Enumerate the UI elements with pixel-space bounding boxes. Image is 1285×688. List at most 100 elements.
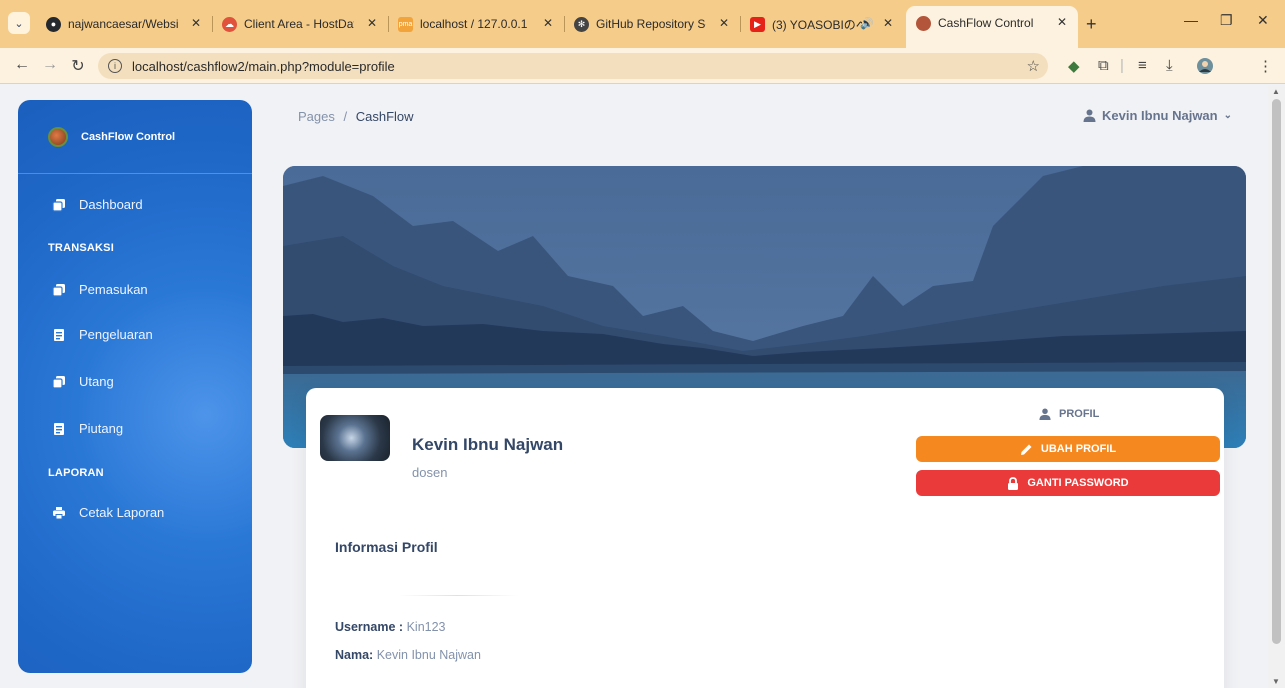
close-icon[interactable]: ✕ bbox=[716, 16, 732, 30]
profile-avatar-icon[interactable] bbox=[1196, 57, 1214, 79]
breadcrumb-root[interactable]: Pages bbox=[298, 109, 335, 124]
username-label: Username : bbox=[335, 620, 404, 634]
page-viewport: CashFlow Control Dashboard TRANSAKSI Pem… bbox=[0, 85, 1268, 688]
close-icon[interactable]: ✕ bbox=[880, 16, 896, 30]
scrollbar-thumb[interactable] bbox=[1272, 99, 1281, 644]
sidebar: CashFlow Control Dashboard TRANSAKSI Pem… bbox=[18, 100, 252, 673]
url-text: localhost/cashflow2/main.php?module=prof… bbox=[132, 58, 395, 74]
chevron-down-icon: ⌄ bbox=[1223, 110, 1232, 121]
sidebar-item-label: Utang bbox=[79, 374, 114, 389]
profile-role: dosen bbox=[412, 465, 448, 480]
edit-profile-button[interactable]: UBAH PROFIL bbox=[916, 436, 1220, 462]
profile-card: Kevin Ibnu Najwan dosen PROFIL UBAH PROF… bbox=[306, 388, 1224, 688]
browser-tab[interactable]: ▶ (3) YOASOBIのベス 🔊 ✕ bbox=[740, 8, 904, 40]
browser-tab-active[interactable]: CashFlow Control ✕ bbox=[906, 6, 1078, 48]
back-icon[interactable]: ← bbox=[12, 56, 32, 74]
breadcrumb: Pages / CashFlow bbox=[298, 109, 414, 124]
sidebar-item-label: Cetak Laporan bbox=[79, 505, 165, 520]
bookmark-star-icon[interactable]: ☆ bbox=[1027, 57, 1040, 75]
reading-list-icon[interactable]: ≡ bbox=[1138, 57, 1147, 74]
close-icon[interactable]: ✕ bbox=[1054, 15, 1070, 29]
browser-tab[interactable]: ● najwancaesar/Website ✕ bbox=[36, 8, 213, 40]
restore-icon[interactable]: ❐ bbox=[1220, 12, 1233, 29]
phpmyadmin-icon: pma bbox=[398, 16, 413, 32]
tab-title: Client Area - HostData bbox=[244, 17, 354, 31]
sidebar-item-cetak-laporan[interactable]: Cetak Laporan bbox=[52, 505, 164, 520]
user-name: Kevin Ibnu Najwan bbox=[1102, 108, 1218, 123]
tab-title: (3) YOASOBIのベス bbox=[772, 17, 862, 32]
copy-icon bbox=[52, 375, 66, 389]
pencil-icon bbox=[1020, 444, 1032, 455]
profil-tab[interactable]: PROFIL bbox=[1039, 408, 1099, 420]
cashflow-icon bbox=[916, 15, 931, 31]
close-icon[interactable]: ✕ bbox=[188, 16, 204, 30]
divider bbox=[18, 173, 252, 174]
new-tab-icon[interactable]: + bbox=[1086, 14, 1097, 35]
tab-title: GitHub Repository Se bbox=[596, 17, 706, 31]
profil-label: PROFIL bbox=[1059, 408, 1100, 420]
sidebar-item-label: Pengeluaran bbox=[79, 327, 153, 342]
tab-search-icon[interactable]: ⌄ bbox=[8, 12, 30, 34]
scroll-down-icon[interactable]: ▼ bbox=[1272, 677, 1280, 686]
tab-title: localhost / 127.0.0.1 | bbox=[420, 17, 530, 31]
extension-icon[interactable]: ◆ bbox=[1068, 57, 1080, 75]
forward-icon[interactable]: → bbox=[40, 56, 60, 74]
info-row-username: Username : Kin123 bbox=[335, 620, 446, 634]
sidebar-item-piutang[interactable]: Piutang bbox=[52, 421, 123, 436]
info-title: Informasi Profil bbox=[335, 539, 438, 555]
section-transaksi: TRANSAKSI bbox=[48, 242, 114, 254]
sidebar-item-label: Dashboard bbox=[79, 197, 143, 212]
profile-avatar bbox=[320, 415, 390, 461]
browser-tab[interactable]: ✻ GitHub Repository Se ✕ bbox=[564, 8, 741, 40]
chatgpt-icon: ✻ bbox=[574, 16, 589, 32]
sidebar-item-dashboard[interactable]: Dashboard bbox=[52, 197, 143, 212]
toolbar-separator: | bbox=[1120, 57, 1124, 74]
menu-kebab-icon[interactable]: ⋮ bbox=[1258, 57, 1273, 75]
user-icon bbox=[1083, 109, 1096, 122]
puzzle-icon[interactable]: ⧉ bbox=[1098, 57, 1109, 74]
user-menu[interactable]: Kevin Ibnu Najwan ⌄ bbox=[1083, 108, 1232, 123]
sidebar-item-pemasukan[interactable]: Pemasukan bbox=[52, 282, 148, 297]
browser-tab[interactable]: ☁ Client Area - HostData ✕ bbox=[212, 8, 389, 40]
lock-icon bbox=[1008, 476, 1019, 490]
brand-logo bbox=[48, 127, 68, 147]
tab-title: najwancaesar/Website bbox=[68, 17, 178, 31]
sidebar-item-utang[interactable]: Utang bbox=[52, 374, 114, 389]
browser-tab[interactable]: pma localhost / 127.0.0.1 | ✕ bbox=[388, 8, 565, 40]
window-close-icon[interactable]: ✕ bbox=[1257, 12, 1269, 29]
edit-profile-label: UBAH PROFIL bbox=[1040, 443, 1117, 455]
browser-tab-bar: ⌄ ● najwancaesar/Website ✕ ☁ Client Area… bbox=[0, 0, 1285, 48]
page-scrollbar[interactable]: ▲ ▼ bbox=[1268, 85, 1285, 688]
speaker-icon[interactable]: 🔊 bbox=[860, 17, 874, 30]
sidebar-item-pengeluaran[interactable]: Pengeluaran bbox=[52, 327, 153, 342]
brand-name: CashFlow Control bbox=[81, 131, 176, 143]
tab-title: CashFlow Control bbox=[938, 16, 1034, 30]
close-icon[interactable]: ✕ bbox=[364, 16, 380, 30]
info-icon[interactable]: i bbox=[108, 59, 122, 73]
scroll-up-icon[interactable]: ▲ bbox=[1272, 87, 1280, 96]
info-row-nama: Nama: Kevin Ibnu Najwan bbox=[335, 648, 481, 662]
profile-name: Kevin Ibnu Najwan bbox=[412, 435, 564, 454]
browser-toolbar: ← → ↻ i localhost/cashflow2/main.php?mod… bbox=[0, 48, 1285, 84]
change-password-button[interactable]: GANTI PASSWORD bbox=[916, 470, 1220, 496]
minimize-icon[interactable]: — bbox=[1184, 12, 1198, 28]
nama-label: Nama: bbox=[335, 648, 374, 662]
receipt-icon bbox=[52, 328, 66, 342]
address-bar[interactable]: i localhost/cashflow2/main.php?module=pr… bbox=[98, 53, 1048, 79]
copy-icon bbox=[52, 283, 66, 297]
divider bbox=[398, 595, 518, 596]
print-icon bbox=[52, 506, 66, 520]
close-icon[interactable]: ✕ bbox=[540, 16, 556, 30]
sidebar-item-label: Pemasukan bbox=[79, 282, 148, 297]
youtube-icon: ▶ bbox=[750, 16, 765, 32]
reload-icon[interactable]: ↻ bbox=[68, 56, 88, 76]
receipt-icon bbox=[52, 422, 66, 436]
brand[interactable]: CashFlow Control bbox=[48, 127, 175, 147]
cloud-icon: ☁ bbox=[222, 16, 237, 32]
breadcrumb-separator: / bbox=[343, 109, 348, 124]
sidebar-item-label: Piutang bbox=[79, 421, 124, 436]
download-icon[interactable]: ⤓ bbox=[1166, 57, 1173, 74]
username-value: Kin123 bbox=[406, 620, 446, 634]
change-password-label: GANTI PASSWORD bbox=[1027, 477, 1129, 489]
breadcrumb-current: CashFlow bbox=[355, 109, 414, 124]
